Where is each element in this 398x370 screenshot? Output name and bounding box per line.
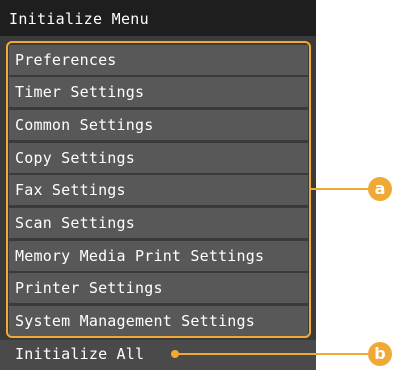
callout-a-line	[311, 188, 369, 190]
touch-panel-screen: Initialize Menu Preferences Timer Settin…	[0, 0, 316, 370]
initialize-all-button[interactable]: Initialize All	[0, 340, 316, 370]
menu-item-copy-settings[interactable]: Copy Settings	[9, 143, 308, 173]
callout-b-badge: b	[368, 342, 392, 366]
menu-item-common-settings[interactable]: Common Settings	[9, 110, 308, 140]
menu-title: Initialize Menu	[0, 0, 316, 36]
menu-item-printer-settings[interactable]: Printer Settings	[9, 273, 308, 303]
menu-item-fax-settings[interactable]: Fax Settings	[9, 175, 308, 205]
menu-item-preferences[interactable]: Preferences	[9, 45, 308, 75]
callout-a-badge: a	[368, 177, 392, 201]
menu-item-timer-settings[interactable]: Timer Settings	[9, 77, 308, 107]
menu-item-scan-settings[interactable]: Scan Settings	[9, 208, 308, 238]
menu-item-memory-media-print-settings[interactable]: Memory Media Print Settings	[9, 241, 308, 271]
callout-b-line	[175, 353, 369, 355]
menu-item-system-management-settings[interactable]: System Management Settings	[9, 306, 308, 336]
